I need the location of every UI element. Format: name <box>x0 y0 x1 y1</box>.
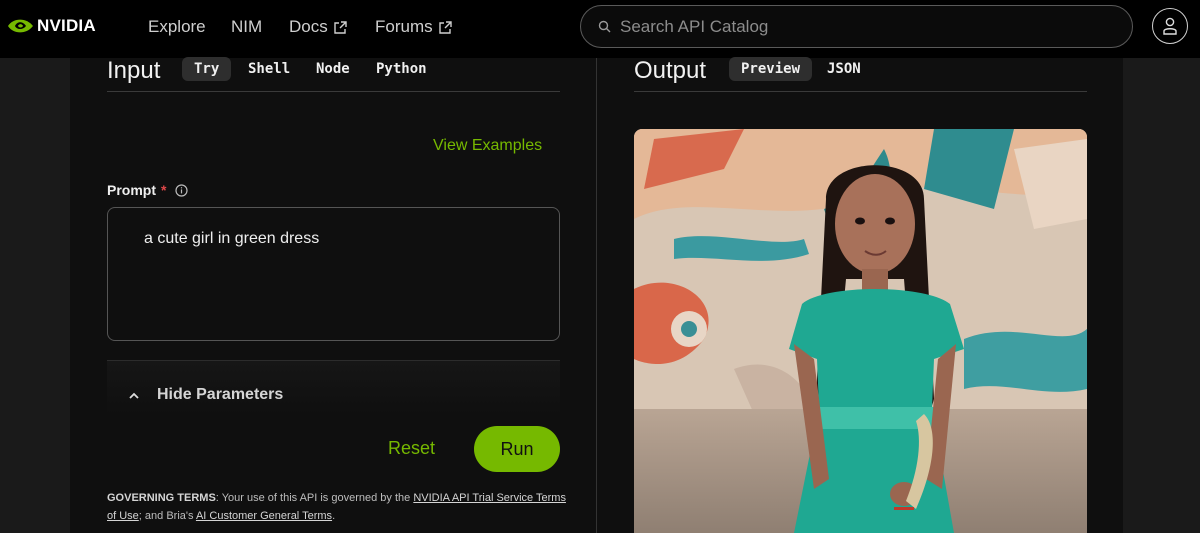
nav-link-nim[interactable]: NIM <box>231 17 262 37</box>
top-nav: NVIDIA Explore NIM Docs Forums <box>0 0 1200 58</box>
tab-node[interactable]: Node <box>304 57 362 81</box>
prompt-label: Prompt * <box>107 182 189 198</box>
output-header-divider <box>634 91 1087 92</box>
nvidia-eye-icon <box>8 15 33 33</box>
terms-heading: GOVERNING TERMS <box>107 492 216 504</box>
tab-preview[interactable]: Preview <box>729 57 813 81</box>
hide-parameters-button[interactable]: Hide Parameters <box>157 386 283 404</box>
required-marker: * <box>161 182 167 198</box>
input-title: Input <box>107 57 161 84</box>
generated-image <box>634 129 1087 533</box>
terms-text: : Your use of this API is governed by th… <box>215 492 414 504</box>
terms-text: ; and Bria's <box>138 510 196 522</box>
tab-python[interactable]: Python <box>364 57 439 81</box>
nav-link-label: NIM <box>231 17 263 36</box>
nav-link-label: Docs <box>289 17 328 36</box>
tab-try[interactable]: Try <box>182 57 232 81</box>
panel-divider <box>596 58 597 533</box>
run-button[interactable]: Run <box>474 426 560 472</box>
external-link-icon <box>334 20 347 34</box>
reset-button[interactable]: Reset <box>388 438 435 459</box>
nav-link-label: Forums <box>375 17 433 36</box>
search-input[interactable] <box>620 16 1100 37</box>
search-bar[interactable] <box>580 5 1133 48</box>
user-icon <box>1163 17 1177 35</box>
input-header-divider <box>107 91 560 92</box>
prompt-label-text: Prompt <box>107 182 156 198</box>
search-icon <box>598 20 611 33</box>
customer-terms-link[interactable]: AI Customer General Terms <box>196 510 332 522</box>
terms-text: . <box>332 510 336 522</box>
nav-link-forums[interactable]: Forums <box>375 17 452 37</box>
user-avatar-button[interactable] <box>1152 8 1188 44</box>
nvidia-logo[interactable]: NVIDIA <box>6 15 96 37</box>
output-image <box>634 129 1087 533</box>
prompt-textarea[interactable]: a cute girl in green dress <box>107 207 560 341</box>
prompt-value: a cute girl in green dress <box>144 230 320 247</box>
governing-terms: GOVERNING TERMS: Your use of this API is… <box>107 489 567 525</box>
info-icon[interactable] <box>175 183 189 197</box>
chevron-up-icon <box>129 392 139 399</box>
brand-name: NVIDIA <box>37 16 96 35</box>
nav-link-label: Explore <box>148 17 206 36</box>
external-link-icon <box>438 20 452 34</box>
tab-shell[interactable]: Shell <box>236 57 302 81</box>
nav-link-explore[interactable]: Explore <box>148 17 206 37</box>
output-title: Output <box>634 57 707 84</box>
nav-link-docs[interactable]: Docs <box>289 17 347 37</box>
view-examples-link[interactable]: View Examples <box>433 137 542 155</box>
tab-json[interactable]: JSON <box>815 57 873 81</box>
